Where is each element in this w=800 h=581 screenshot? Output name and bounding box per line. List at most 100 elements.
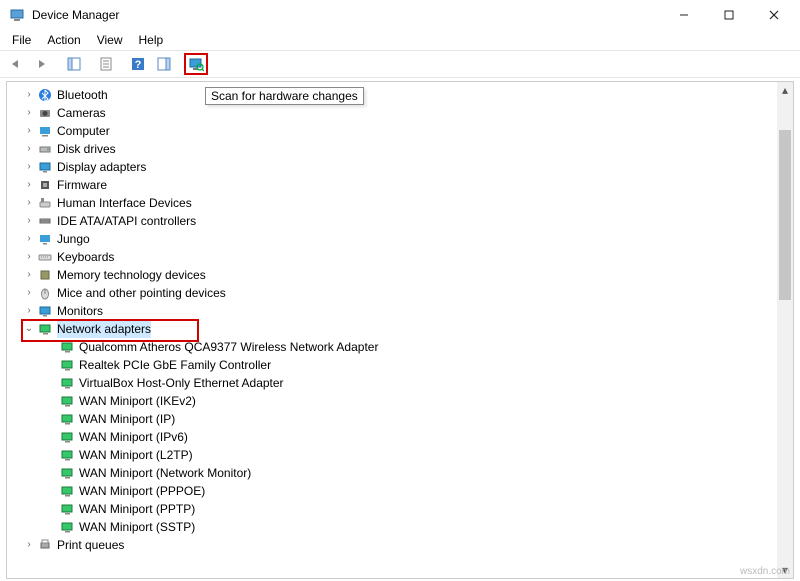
camera-icon bbox=[37, 105, 53, 121]
tree-label: WAN Miniport (PPPOE) bbox=[79, 482, 205, 500]
ide-icon bbox=[37, 213, 53, 229]
tree-item-wan-ip[interactable]: WAN Miniport (IP) bbox=[23, 410, 793, 428]
tree-label: VirtualBox Host-Only Ethernet Adapter bbox=[79, 374, 284, 392]
keyboard-icon bbox=[37, 249, 53, 265]
tree-item-qualcomm[interactable]: Qualcomm Atheros QCA9377 Wireless Networ… bbox=[23, 338, 793, 356]
vertical-scrollbar[interactable]: ▴ ▾ bbox=[777, 82, 793, 578]
tree-label: Print queues bbox=[57, 536, 124, 554]
network-icon bbox=[59, 393, 75, 409]
tree-label: Display adapters bbox=[57, 158, 146, 176]
menu-file[interactable]: File bbox=[4, 31, 39, 49]
network-icon bbox=[59, 339, 75, 355]
display-icon bbox=[37, 159, 53, 175]
chevron-right-icon[interactable]: › bbox=[23, 143, 35, 155]
tree-label: WAN Miniport (IKEv2) bbox=[79, 392, 196, 410]
app-icon bbox=[8, 6, 26, 24]
chevron-right-icon[interactable]: › bbox=[23, 125, 35, 137]
tree-item-monitors[interactable]: › Monitors bbox=[23, 302, 793, 320]
chevron-right-icon[interactable]: › bbox=[23, 287, 35, 299]
menubar: File Action View Help bbox=[0, 30, 800, 50]
network-icon bbox=[59, 465, 75, 481]
toolbar: ? bbox=[0, 50, 800, 78]
tooltip: Scan for hardware changes bbox=[205, 87, 364, 105]
printer-icon bbox=[37, 537, 53, 553]
tree-item-wan-netmon[interactable]: WAN Miniport (Network Monitor) bbox=[23, 464, 793, 482]
menu-view[interactable]: View bbox=[89, 31, 131, 49]
tree-item-cameras[interactable]: › Cameras bbox=[23, 104, 793, 122]
chevron-right-icon[interactable]: › bbox=[23, 215, 35, 227]
chevron-right-icon[interactable]: › bbox=[23, 89, 35, 101]
chevron-right-icon[interactable]: › bbox=[23, 305, 35, 317]
tree-item-keyboards[interactable]: › Keyboards bbox=[23, 248, 793, 266]
tree-item-jungo[interactable]: › Jungo bbox=[23, 230, 793, 248]
tree-item-wan-l2tp[interactable]: WAN Miniport (L2TP) bbox=[23, 446, 793, 464]
svg-text:?: ? bbox=[135, 59, 142, 71]
network-icon bbox=[59, 483, 75, 499]
tree-label: Monitors bbox=[57, 302, 103, 320]
tree-item-display-adapters[interactable]: › Display adapters bbox=[23, 158, 793, 176]
tree-label: Realtek PCIe GbE Family Controller bbox=[79, 356, 271, 374]
close-button[interactable] bbox=[751, 1, 796, 29]
tree-label: Qualcomm Atheros QCA9377 Wireless Networ… bbox=[79, 338, 378, 356]
maximize-button[interactable] bbox=[706, 1, 751, 29]
tree-item-print-queues[interactable]: › Print queues bbox=[23, 536, 793, 554]
tree-item-hid[interactable]: › Human Interface Devices bbox=[23, 194, 793, 212]
tree-label: Keyboards bbox=[57, 248, 114, 266]
forward-button[interactable] bbox=[30, 53, 54, 75]
help-button[interactable]: ? bbox=[126, 53, 150, 75]
menu-action[interactable]: Action bbox=[39, 31, 88, 49]
tree-item-memory-tech[interactable]: › Memory technology devices bbox=[23, 266, 793, 284]
tree-item-bluetooth[interactable]: › Bluetooth bbox=[23, 86, 793, 104]
chevron-right-icon[interactable]: › bbox=[23, 107, 35, 119]
minimize-button[interactable] bbox=[661, 1, 706, 29]
tree-item-virtualbox[interactable]: VirtualBox Host-Only Ethernet Adapter bbox=[23, 374, 793, 392]
scroll-thumb[interactable] bbox=[779, 130, 791, 300]
tree-item-diskdrives[interactable]: › Disk drives bbox=[23, 140, 793, 158]
chevron-right-icon[interactable]: › bbox=[23, 179, 35, 191]
tree-item-wan-ikev2[interactable]: WAN Miniport (IKEv2) bbox=[23, 392, 793, 410]
firmware-icon bbox=[37, 177, 53, 193]
properties-button[interactable] bbox=[94, 53, 118, 75]
chevron-right-icon[interactable]: › bbox=[23, 233, 35, 245]
menu-help[interactable]: Help bbox=[131, 31, 172, 49]
device-icon bbox=[37, 231, 53, 247]
network-icon bbox=[59, 411, 75, 427]
network-icon bbox=[59, 357, 75, 373]
scan-hardware-button[interactable] bbox=[184, 53, 208, 75]
tree-label: Network adapters bbox=[57, 320, 151, 338]
chevron-down-icon[interactable]: ⌄ bbox=[23, 323, 35, 335]
computer-icon bbox=[37, 123, 53, 139]
show-hide-console-tree-button[interactable] bbox=[62, 53, 86, 75]
tree-label: Jungo bbox=[57, 230, 90, 248]
chevron-right-icon[interactable]: › bbox=[23, 269, 35, 281]
tree-label: Disk drives bbox=[57, 140, 116, 158]
tree-label: WAN Miniport (IP) bbox=[79, 410, 175, 428]
network-icon bbox=[59, 447, 75, 463]
chevron-right-icon[interactable]: › bbox=[23, 251, 35, 263]
titlebar: Device Manager bbox=[0, 0, 800, 30]
back-button[interactable] bbox=[4, 53, 28, 75]
tree-item-wan-ipv6[interactable]: WAN Miniport (IPv6) bbox=[23, 428, 793, 446]
chevron-right-icon[interactable]: › bbox=[23, 539, 35, 551]
tree-item-wan-pptp[interactable]: WAN Miniport (PPTP) bbox=[23, 500, 793, 518]
tree-label: Cameras bbox=[57, 104, 106, 122]
chevron-right-icon[interactable]: › bbox=[23, 197, 35, 209]
tree-item-wan-sstp[interactable]: WAN Miniport (SSTP) bbox=[23, 518, 793, 536]
tree-label: Bluetooth bbox=[57, 86, 108, 104]
tree-label: WAN Miniport (L2TP) bbox=[79, 446, 193, 464]
action-panel-button[interactable] bbox=[152, 53, 176, 75]
tree-label: Human Interface Devices bbox=[57, 194, 192, 212]
hid-icon bbox=[37, 195, 53, 211]
watermark: wsxdn.com bbox=[740, 566, 790, 577]
tree-item-realtek[interactable]: Realtek PCIe GbE Family Controller bbox=[23, 356, 793, 374]
tree-item-mice[interactable]: › Mice and other pointing devices bbox=[23, 284, 793, 302]
tree-item-ide[interactable]: › IDE ATA/ATAPI controllers bbox=[23, 212, 793, 230]
tree-item-firmware[interactable]: › Firmware bbox=[23, 176, 793, 194]
tree-item-computer[interactable]: › Computer bbox=[23, 122, 793, 140]
tree-item-network-adapters[interactable]: ⌄ Network adapters bbox=[23, 320, 793, 338]
scroll-up-icon[interactable]: ▴ bbox=[777, 82, 793, 98]
mouse-icon bbox=[37, 285, 53, 301]
chevron-right-icon[interactable]: › bbox=[23, 161, 35, 173]
network-icon bbox=[59, 501, 75, 517]
tree-item-wan-pppoe[interactable]: WAN Miniport (PPPOE) bbox=[23, 482, 793, 500]
